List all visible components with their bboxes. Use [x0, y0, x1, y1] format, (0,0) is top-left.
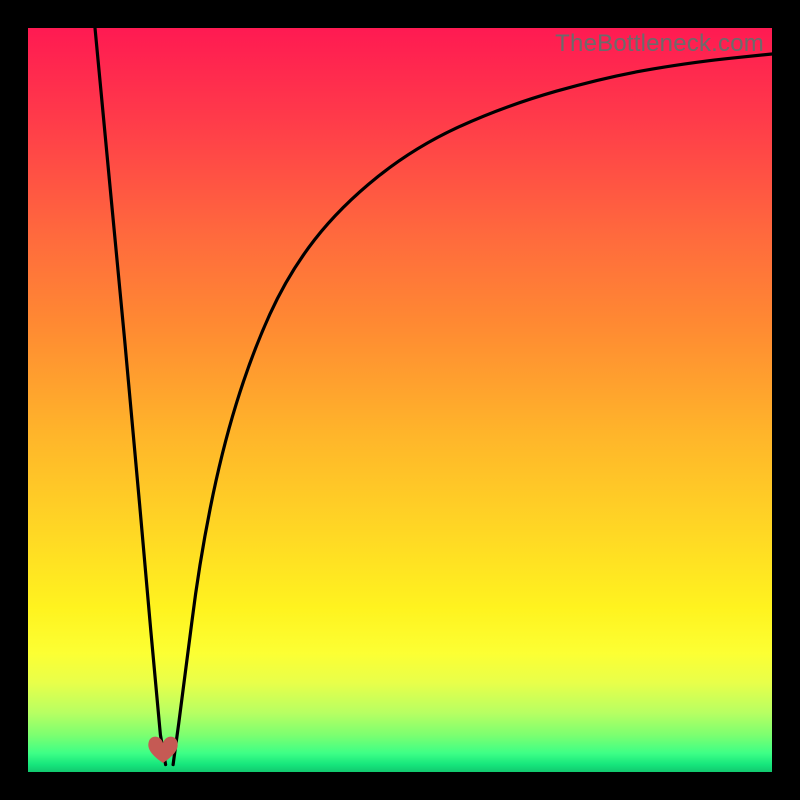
- bottleneck-curve: [28, 28, 772, 772]
- curve-left-branch: [95, 28, 166, 765]
- curve-right-branch: [173, 54, 772, 765]
- chart-frame: TheBottleneck.com: [28, 28, 772, 772]
- heart-icon: [146, 734, 180, 764]
